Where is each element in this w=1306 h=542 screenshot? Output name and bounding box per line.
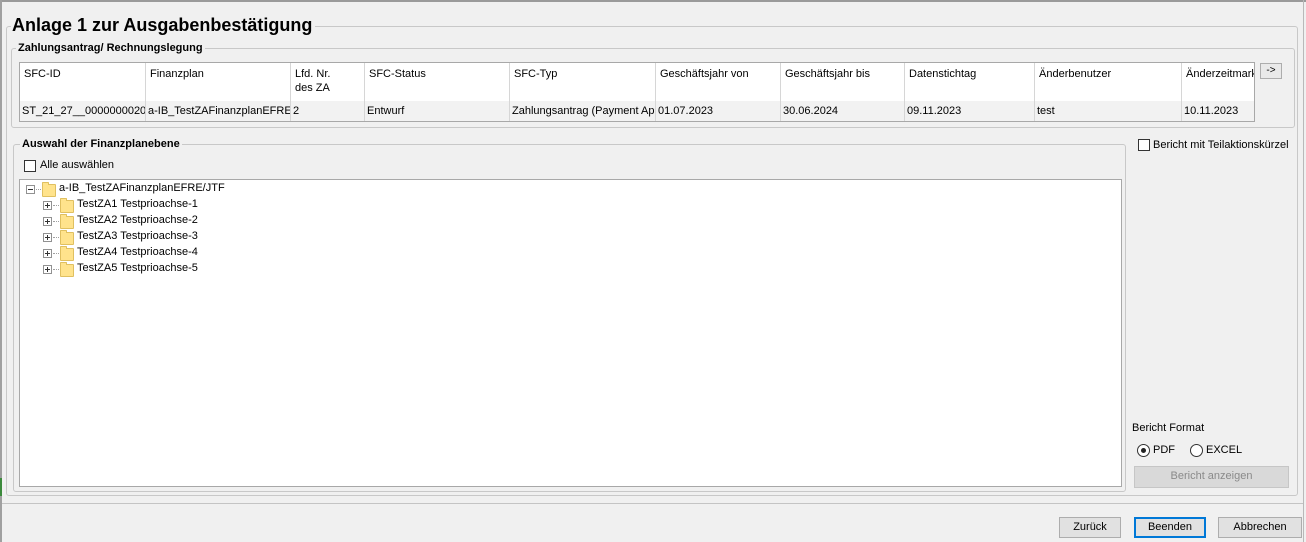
window-left-border	[0, 0, 2, 542]
tree-connector	[53, 253, 59, 254]
column-header-lfd-nr-line1: Lfd. Nr.	[295, 68, 331, 80]
folder-icon	[60, 214, 74, 229]
tree-node-testza4[interactable]: TestZA4 Testprioachse-4	[77, 246, 198, 262]
show-report-button[interactable]: Bericht anzeigen	[1134, 466, 1289, 488]
column-header-lfd-nr-line2: des ZA	[295, 82, 330, 94]
plus-box-icon[interactable]	[43, 217, 52, 226]
column-header-sfc-status[interactable]: SFC-Status	[365, 63, 510, 101]
payment-table[interactable]: SFC-ID Finanzplan Lfd. Nr. des ZA SFC-Sta…	[19, 62, 1255, 122]
table-cell-lfd-nr[interactable]: 2	[291, 101, 365, 121]
column-header-lfd-nr[interactable]: Lfd. Nr. des ZA	[291, 63, 365, 101]
tree-connector	[36, 189, 41, 190]
table-cell-geschaeftsjahr-bis[interactable]: 30.06.2024	[781, 101, 905, 121]
subaction-checkbox[interactable]	[1138, 139, 1150, 151]
plus-box-icon[interactable]	[43, 201, 52, 210]
column-header-geschaeftsjahr-von[interactable]: Geschäftsjahr von	[656, 63, 781, 101]
tree-node-testza2[interactable]: TestZA2 Testprioachse-2	[77, 214, 198, 230]
tree-node-testza1[interactable]: TestZA1 Testprioachse-1	[77, 198, 198, 214]
dialog-title: Anlage 1 zur Ausgabenbestätigung	[11, 15, 316, 36]
folder-icon	[60, 230, 74, 245]
select-all-label[interactable]: Alle auswählen	[40, 159, 114, 171]
finish-button[interactable]: Beenden	[1134, 517, 1206, 538]
folder-icon	[60, 246, 74, 261]
tree-root-node[interactable]: a-IB_TestZAFinanzplanEFRE/JTF	[59, 182, 225, 198]
minus-box-icon[interactable]	[26, 185, 35, 194]
plan-level-section-title: Auswahl der Finanzplanebene	[20, 138, 182, 150]
table-cell-aenderzeitmark[interactable]: 10.11.2023	[1182, 101, 1254, 121]
subaction-label[interactable]: Bericht mit Teilaktionskürzel	[1153, 139, 1289, 151]
expand-columns-button[interactable]: ->	[1260, 63, 1282, 79]
table-cell-sfc-id[interactable]: ST_21_27__0000000020	[20, 101, 146, 121]
table-cell-sfc-status[interactable]: Entwurf	[365, 101, 510, 121]
column-header-aenderbenutzer[interactable]: Änderbenutzer	[1035, 63, 1182, 101]
tree-node-testza5[interactable]: TestZA5 Testprioachse-5	[77, 262, 198, 278]
table-cell-geschaeftsjahr-von[interactable]: 01.07.2023	[656, 101, 781, 121]
table-cell-sfc-typ[interactable]: Zahlungsantrag (Payment Application)	[510, 101, 656, 121]
folder-icon	[60, 198, 74, 213]
table-cell-finanzplan[interactable]: a-IB_TestZAFinanzplanEFRE/JTF	[146, 101, 291, 121]
tree-connector	[53, 221, 59, 222]
window-right-border	[1303, 0, 1304, 542]
plus-box-icon[interactable]	[43, 249, 52, 258]
column-header-sfc-id[interactable]: SFC-ID	[20, 63, 146, 101]
window-left-accent	[0, 478, 2, 496]
format-excel-label[interactable]: EXCEL	[1206, 444, 1242, 456]
select-all-checkbox[interactable]	[24, 160, 36, 172]
tree-connector	[53, 205, 59, 206]
column-header-aenderzeitmark[interactable]: Änderzeitmark	[1182, 63, 1254, 101]
table-cell-aenderbenutzer[interactable]: test	[1035, 101, 1182, 121]
column-header-sfc-typ[interactable]: SFC-Typ	[510, 63, 656, 101]
column-header-finanzplan[interactable]: Finanzplan	[146, 63, 291, 101]
tree-node-testza3[interactable]: TestZA3 Testprioachse-3	[77, 230, 198, 246]
table-cell-datenstichtag[interactable]: 09.11.2023	[905, 101, 1035, 121]
folder-icon	[60, 262, 74, 277]
cancel-button[interactable]: Abbrechen	[1218, 517, 1302, 538]
folder-icon	[42, 182, 56, 197]
back-button[interactable]: Zurück	[1059, 517, 1121, 538]
format-pdf-label[interactable]: PDF	[1153, 444, 1175, 456]
plus-box-icon[interactable]	[43, 265, 52, 274]
format-excel-radio[interactable]	[1190, 444, 1203, 457]
plan-tree[interactable]: a-IB_TestZAFinanzplanEFRE/JTF TestZA1 Te…	[19, 179, 1122, 487]
column-header-geschaeftsjahr-bis[interactable]: Geschäftsjahr bis	[781, 63, 905, 101]
footer-separator	[2, 503, 1303, 504]
payment-section-title: Zahlungsantrag/ Rechnungslegung	[16, 42, 205, 54]
window-top-border	[0, 0, 1306, 2]
tree-connector	[53, 237, 59, 238]
column-header-datenstichtag[interactable]: Datenstichtag	[905, 63, 1035, 101]
report-format-title: Bericht Format	[1132, 422, 1205, 434]
tree-connector	[53, 269, 59, 270]
plus-box-icon[interactable]	[43, 233, 52, 242]
format-pdf-radio[interactable]	[1137, 444, 1150, 457]
